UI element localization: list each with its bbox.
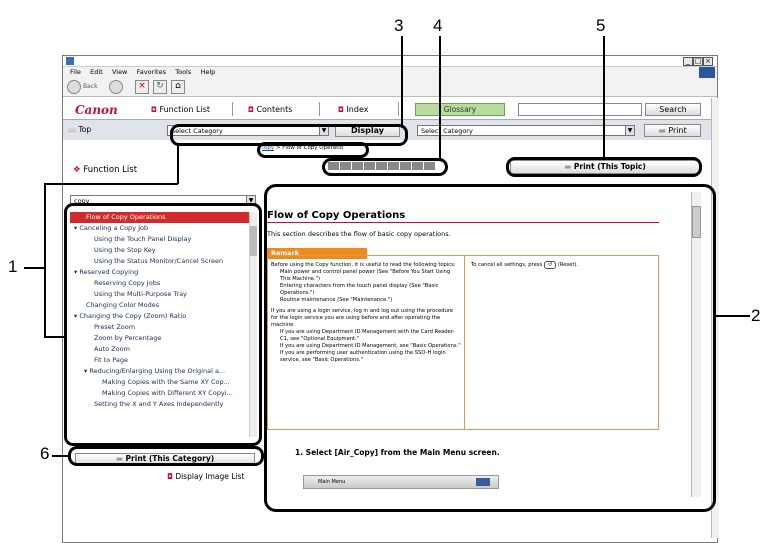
arrow-icon: ◘	[248, 106, 254, 114]
contents-label: Contents	[256, 105, 293, 114]
function-list-title-text: Function List	[83, 165, 138, 175]
dots-icon: ::::	[68, 127, 77, 134]
manual-toolbar: Canon ◘ Function List ◘ Contents ◘ Index…	[63, 98, 711, 120]
callout-line-1-top	[44, 183, 66, 185]
callout-oval-5	[506, 157, 702, 177]
minimize-button[interactable]: _	[683, 57, 693, 66]
callout-oval-6	[68, 446, 264, 466]
display-image-list-link[interactable]: ◘ Display Image List	[167, 472, 244, 481]
diamond-icon: ❖	[73, 165, 81, 175]
printer-icon: ▬	[658, 126, 666, 135]
arrow-icon: ◘	[151, 106, 157, 114]
divider	[232, 102, 233, 116]
callout-line-1-bottom	[44, 336, 66, 338]
divider	[319, 102, 320, 116]
function-list-link[interactable]: ◘ Function List	[151, 105, 210, 114]
back-icon[interactable]	[67, 80, 81, 94]
callout-line-1	[24, 267, 44, 269]
search-button[interactable]: Search	[645, 103, 701, 116]
arrow-icon: ◘	[338, 106, 344, 114]
callout-oval-4	[322, 158, 448, 176]
chevron-down-icon: ▼	[625, 126, 634, 135]
callout-line-3	[401, 36, 403, 126]
menu-help[interactable]: Help	[200, 67, 215, 78]
windows-logo-icon	[699, 67, 715, 78]
nav-toolbar: Back × ↻ ⌂	[63, 78, 717, 97]
function-list-label: Function List	[159, 105, 210, 114]
refresh-icon[interactable]: ↻	[153, 80, 167, 94]
callout-2: 2	[751, 306, 761, 325]
divider	[398, 102, 399, 116]
callout-4: 4	[433, 16, 443, 35]
category-select-right-value: Select Category	[421, 127, 473, 135]
top-label: Top	[78, 125, 92, 134]
stop-icon[interactable]: ×	[135, 80, 149, 94]
canon-logo: Canon	[75, 103, 118, 117]
menu-file[interactable]: File	[70, 67, 81, 78]
browser-icon	[66, 57, 74, 65]
index-link[interactable]: ◘ Index	[338, 105, 368, 114]
callout-oval-1	[64, 203, 262, 446]
index-label: Index	[346, 105, 369, 114]
display-image-list-label: Display Image List	[175, 472, 245, 481]
function-list-title: ❖ Function List	[73, 165, 137, 175]
callout-line-1-link-h	[66, 183, 178, 185]
callout-line-1-bracket	[44, 183, 46, 337]
callout-6: 6	[40, 444, 50, 463]
menu-tools[interactable]: Tools	[175, 67, 191, 78]
menu-edit[interactable]: Edit	[90, 67, 103, 78]
callout-line-1-link	[177, 146, 179, 184]
close-window-button[interactable]: ×	[703, 57, 713, 66]
title-bar: _ □ ×	[63, 56, 717, 67]
search-input[interactable]	[518, 103, 642, 116]
callout-oval-2	[264, 184, 716, 512]
home-icon[interactable]: ⌂	[171, 80, 185, 94]
arrow-icon: ◘	[167, 472, 173, 481]
menu-favorites[interactable]: Favorites	[137, 67, 166, 78]
callout-line-4	[439, 36, 441, 160]
callout-oval-breadcrumb	[257, 142, 369, 158]
callout-5: 5	[596, 16, 606, 35]
forward-icon[interactable]	[109, 80, 123, 94]
print-button[interactable]: ▬ Print	[644, 124, 701, 137]
maximize-button[interactable]: □	[693, 57, 703, 66]
callout-line-2	[716, 315, 750, 317]
menu-view[interactable]: View	[112, 67, 127, 78]
callout-3: 3	[394, 16, 404, 35]
callout-line-5	[603, 36, 605, 158]
contents-link[interactable]: ◘ Contents	[248, 105, 292, 114]
print-label: Print	[668, 126, 687, 135]
menu-bar: File Edit View Favorites Tools Help	[63, 67, 717, 78]
glossary-button[interactable]: Glossary	[415, 103, 505, 116]
callout-line-6	[52, 455, 70, 457]
back-label: Back	[83, 83, 98, 90]
top-link[interactable]: :::: Top	[68, 125, 91, 134]
callout-1: 1	[8, 257, 18, 276]
